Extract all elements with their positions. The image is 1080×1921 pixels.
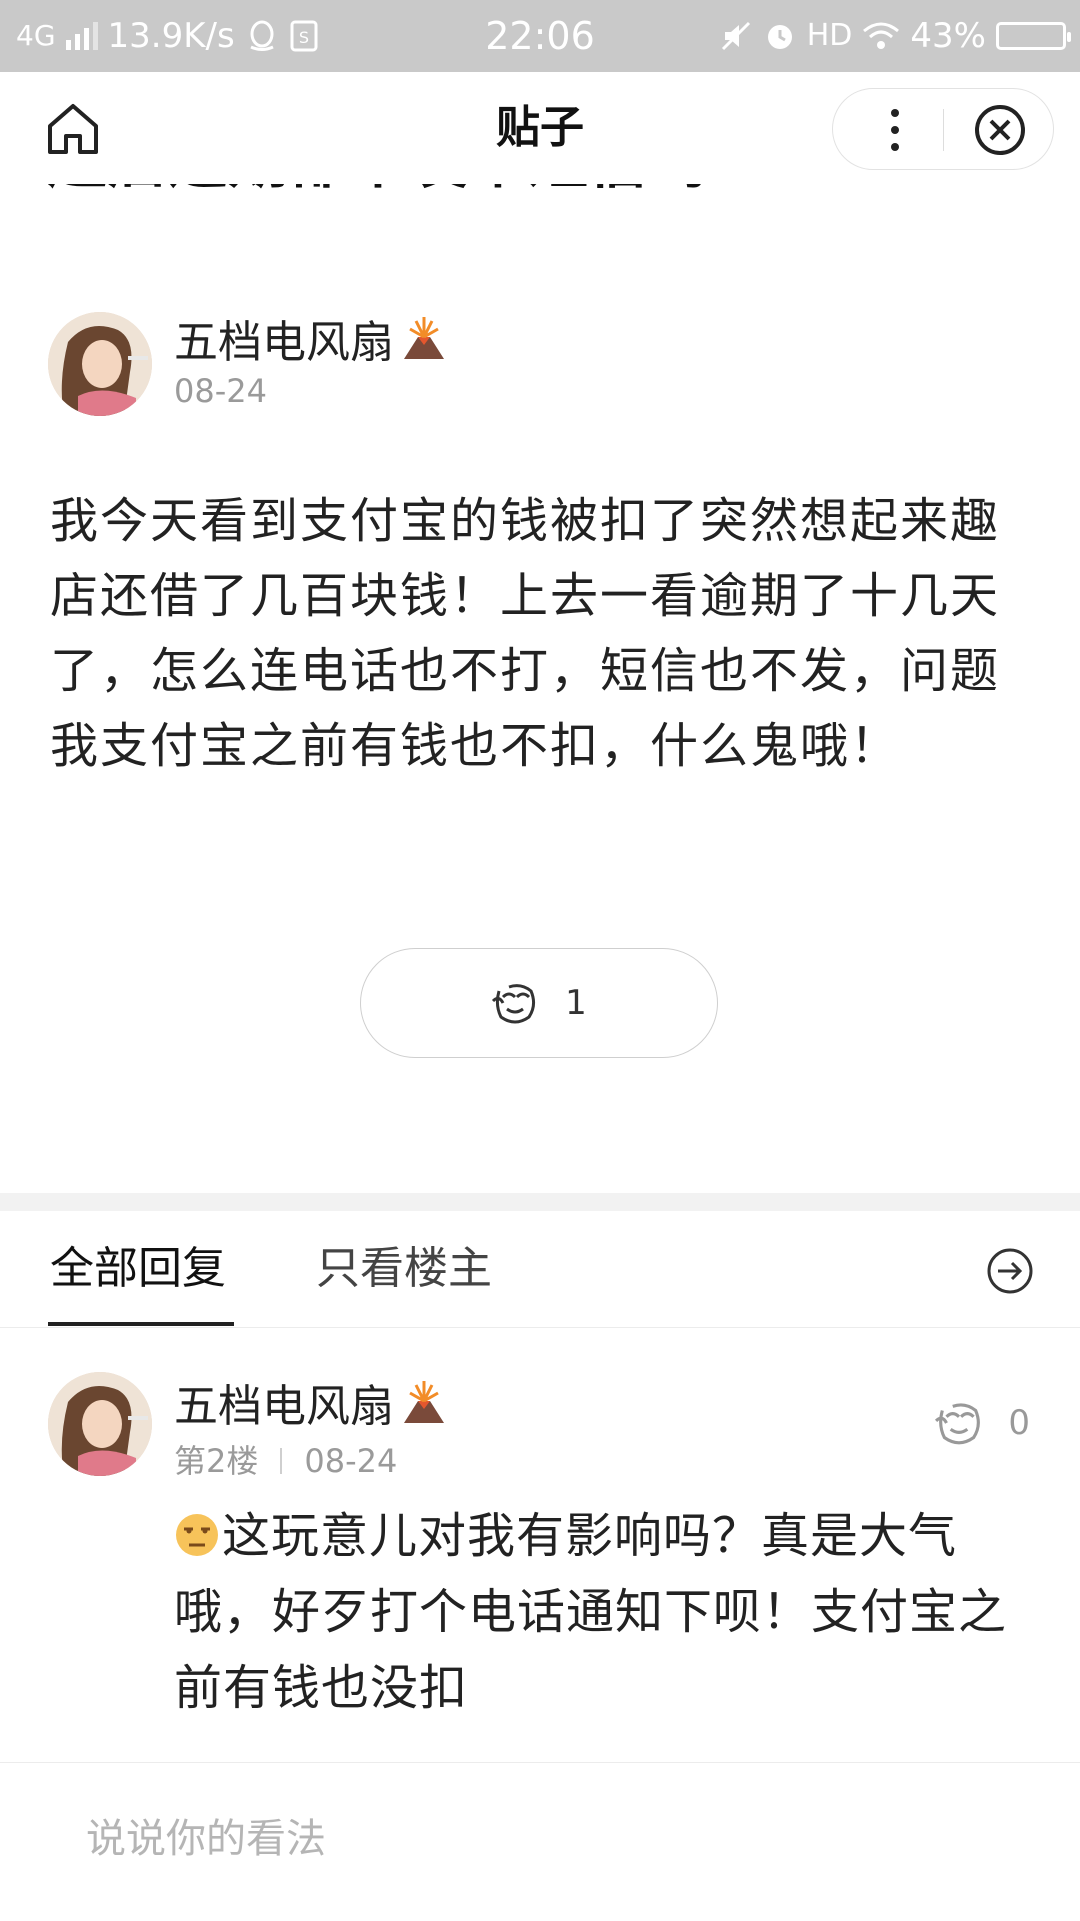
reply-author-name[interactable]: 五档电风扇 — [174, 1370, 448, 1434]
author-name-text: 五档电风扇 — [174, 317, 394, 368]
tab-all-replies[interactable]: 全部回复 — [50, 1211, 226, 1327]
reply-author-text: 五档电风扇 — [174, 1381, 394, 1432]
reply-like-button[interactable]: 0 — [934, 1400, 1030, 1446]
reply-like-count: 0 — [1008, 1403, 1030, 1443]
reply-body: 这玩意儿对我有影响吗？真是大气哦，好歹打个电话通知下呗！支付宝之前有钱也没扣 — [174, 1498, 1014, 1726]
like-count: 1 — [565, 983, 587, 1023]
like-icon — [492, 984, 536, 1024]
mini-program-capsule — [832, 88, 1054, 170]
hd-label: HD — [806, 18, 853, 53]
wifi-icon — [863, 22, 900, 49]
tab-op-only[interactable]: 只看楼主 — [316, 1211, 492, 1327]
nav-bar: 贴子 — [0, 72, 1080, 184]
reply-text: 这玩意儿对我有影响吗？真是大气哦，好歹打个电话通知下呗！支付宝之前有钱也没扣 — [174, 1508, 1008, 1716]
active-tab-indicator — [48, 1322, 234, 1326]
status-bar: 4G 13.9K/s S 22:06 HD 43% — [0, 0, 1080, 72]
reply-avatar-image — [48, 1372, 152, 1476]
section-divider — [0, 1193, 1080, 1211]
avatar-image — [48, 312, 152, 416]
close-icon[interactable] — [973, 103, 1027, 157]
volcano-badge-icon — [404, 317, 444, 359]
reply-tabs: 全部回复 只看楼主 — [0, 1211, 1080, 1328]
reply-avatar[interactable] — [48, 1372, 152, 1476]
unamused-emoji-icon — [176, 1514, 218, 1556]
comment-bar — [0, 1762, 1080, 1921]
status-right: HD 43% — [719, 0, 1071, 72]
author-name[interactable]: 五档电风扇 — [174, 306, 448, 370]
arrow-right-icon[interactable] — [986, 1247, 1034, 1295]
mute-icon — [721, 21, 750, 51]
post-body: 我今天看到支付宝的钱被扣了突然想起来趣店还借了几百块钱！上去一看逾期了十几天了，… — [50, 493, 1001, 774]
meta-separator — [280, 1448, 283, 1474]
like-button[interactable]: 1 — [360, 948, 718, 1058]
avatar[interactable] — [48, 312, 152, 416]
reply-date: 08-24 — [304, 1442, 398, 1480]
alarm-icon — [767, 25, 792, 49]
post-date: 08-24 — [174, 372, 267, 410]
capsule-divider — [943, 109, 944, 151]
volcano-badge-icon — [404, 1381, 444, 1423]
reply-floor: 第2楼 — [174, 1442, 259, 1480]
like-icon — [935, 1403, 981, 1445]
battery-percent: 43% — [910, 16, 986, 56]
battery-icon — [996, 22, 1071, 50]
reply-meta: 第2楼 08-24 — [174, 1436, 397, 1482]
comment-input[interactable] — [84, 1803, 988, 1875]
more-icon[interactable] — [885, 107, 905, 153]
